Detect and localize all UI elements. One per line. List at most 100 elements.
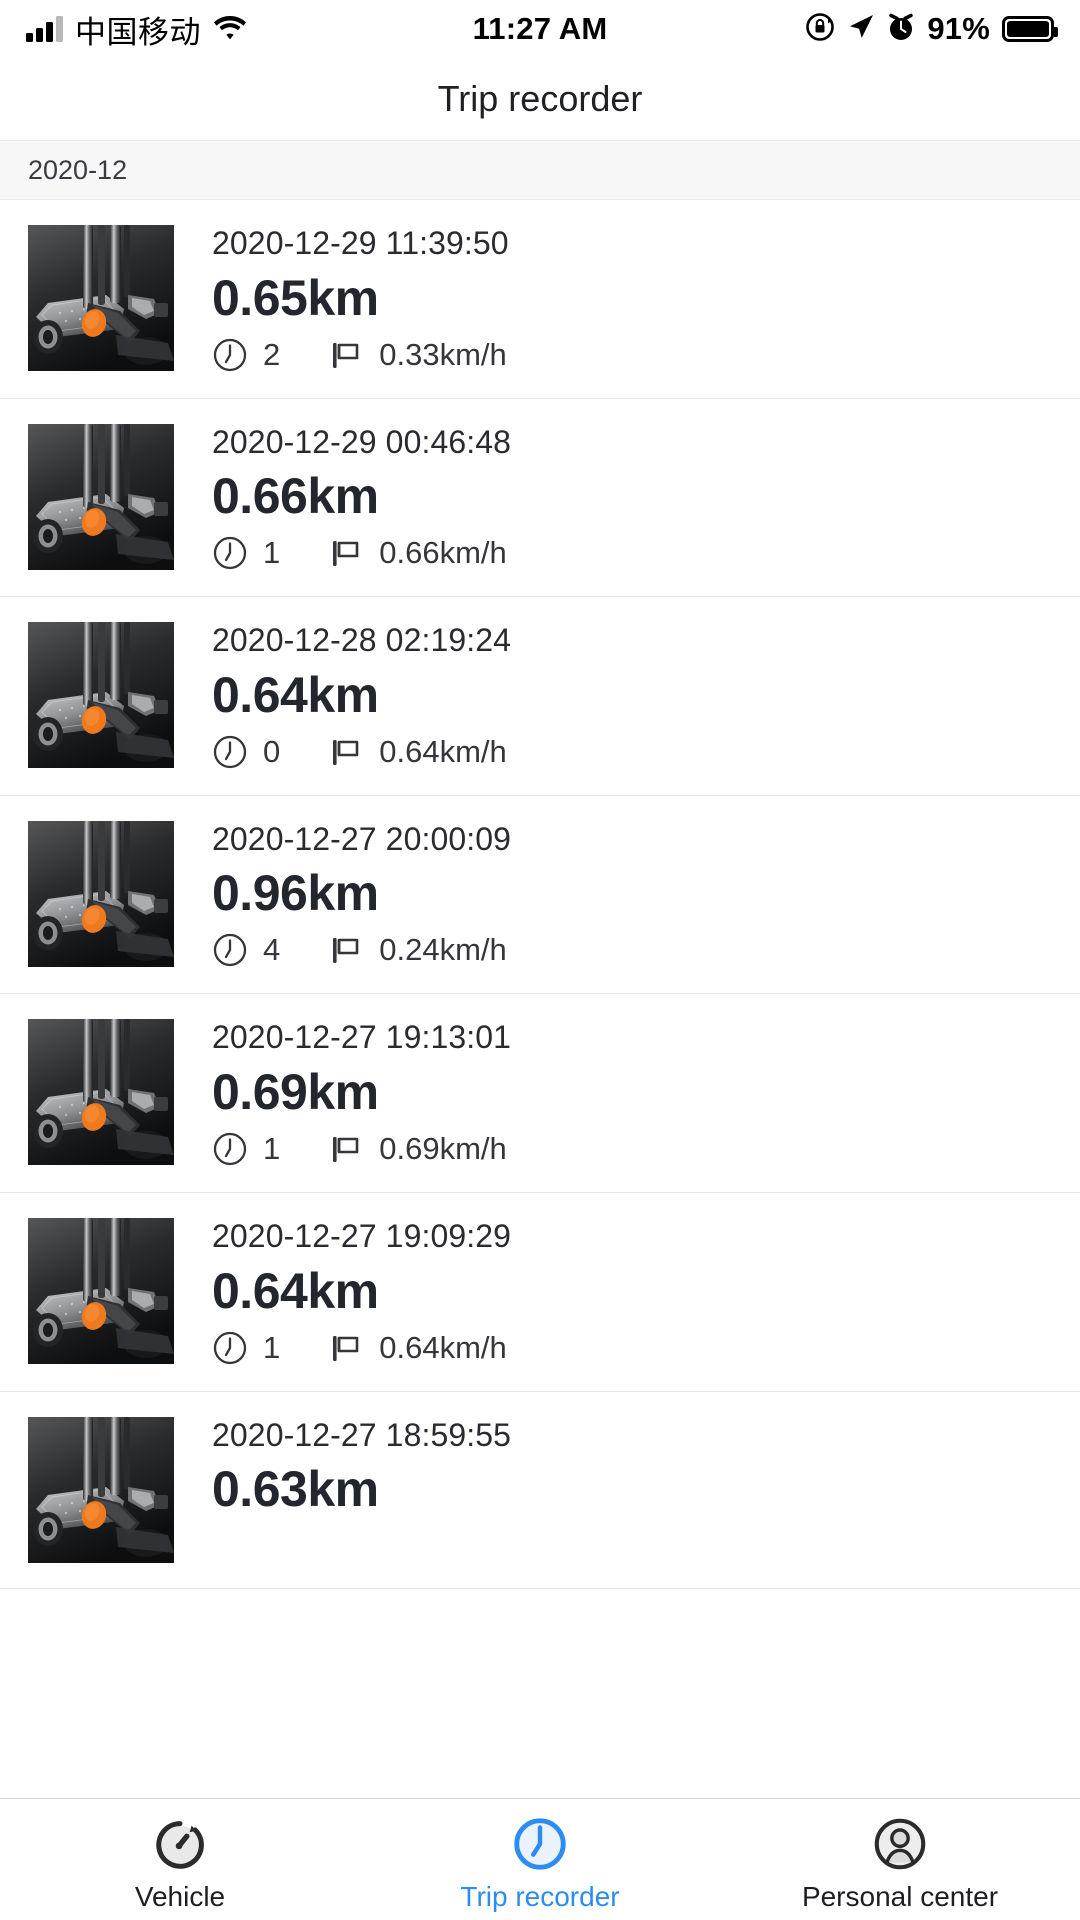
trip-info: 2020-12-27 19:09:29 0.64km 1 0.64km/h [212,1218,511,1366]
scooter-thumbnail-image [28,1416,174,1563]
trip-duration: 2 [212,337,280,373]
trip-datetime: 2020-12-27 19:09:29 [212,1217,512,1254]
carrier-label: 中国移动 [75,14,201,50]
trip-distance: 0.69km [212,1063,379,1120]
trip-meta: 1 0.69km/h [212,1131,511,1167]
trip-speed: 0.66km/h [328,535,507,571]
trip-speed-value: 0.64km/h [379,1329,507,1365]
trip-thumbnail [28,1217,174,1364]
clock-icon [509,1813,571,1875]
trip-thumbnail [28,820,174,967]
trip-distance: 0.64km [212,1262,379,1319]
flag-icon [328,535,364,571]
rotation-lock-icon [805,12,835,47]
trip-duration: 1 [212,1330,280,1366]
trip-info: 2020-12-27 20:00:09 0.96km 4 0.24km/h [212,821,511,969]
signal-bars-icon [26,16,63,42]
status-bar: 中国移动 11:27 AM 91% [0,0,1080,58]
scooter-thumbnail-image [28,225,174,371]
scooter-thumbnail-image [28,1019,174,1166]
trip-rows-container: 2020-12-29 11:39:50 0.65km 2 0.33km/h 20… [0,200,1080,1589]
trip-info: 2020-12-27 19:13:01 0.69km 1 0.69km/h [212,1019,511,1167]
trip-datetime: 2020-12-27 20:00:09 [212,820,512,857]
trip-datetime: 2020-12-27 18:59:55 [212,1416,512,1453]
speedometer-icon [149,1813,211,1875]
trip-distance: 0.63km [212,1461,379,1518]
trip-speed: 0.33km/h [328,337,507,373]
page-title: Trip recorder [437,78,643,119]
status-bar-clock: 11:27 AM [472,11,608,46]
flag-icon [328,734,364,770]
trip-duration-value: 2 [263,336,281,372]
user-circle-icon [869,1813,931,1875]
scooter-thumbnail-image [28,423,174,570]
trip-distance: 0.96km [212,865,379,922]
trip-info: 2020-12-29 00:46:48 0.66km 1 0.66km/h [212,424,511,572]
clock-icon [212,337,248,373]
trip-row[interactable]: 2020-12-27 18:59:55 0.63km [0,1391,1080,1589]
trip-duration-value: 4 [263,932,281,968]
trip-speed-value: 0.64km/h [379,733,507,769]
trip-duration-value: 1 [263,1130,281,1166]
wifi-icon [213,14,247,45]
trip-speed: 0.24km/h [328,932,507,968]
trip-speed-value: 0.69km/h [379,1130,507,1166]
clock-icon [212,734,248,770]
scooter-thumbnail-image [28,820,174,967]
trip-distance: 0.64km [212,666,379,723]
tab-trip-recorder[interactable]: Trip recorder [360,1799,720,1920]
trip-row[interactable]: 2020-12-27 19:13:01 0.69km 1 0.69km/h [0,994,1080,1193]
flag-icon [328,337,364,373]
trip-datetime: 2020-12-29 00:46:48 [212,423,512,460]
trip-datetime: 2020-12-27 19:13:01 [212,1019,512,1056]
trip-speed: 0.64km/h [328,734,507,770]
trip-meta: 4 0.24km/h [212,932,511,968]
trip-distance: 0.66km [212,468,379,525]
trip-thumbnail [28,622,174,769]
trip-row[interactable]: 2020-12-28 02:19:24 0.64km 0 0.64km/h [0,597,1080,796]
flag-icon [328,932,364,968]
trip-row[interactable]: 2020-12-29 11:39:50 0.65km 2 0.33km/h [0,200,1080,399]
trip-duration: 1 [212,535,280,571]
battery-percent-label: 91% [927,11,990,46]
tab-vehicle[interactable]: Vehicle [0,1799,360,1920]
flag-icon [328,1330,364,1366]
trip-meta: 0 0.64km/h [212,734,511,770]
trip-thumbnail [28,225,174,371]
trip-row[interactable]: 2020-12-27 19:09:29 0.64km 1 0.64km/h [0,1192,1080,1392]
bottom-tab-bar[interactable]: Vehicle Trip recorder Personal center [0,1798,1080,1920]
trip-duration-value: 0 [263,733,281,769]
tab-personal-center[interactable]: Personal center [720,1799,1080,1920]
trip-duration: 0 [212,734,280,770]
trip-thumbnail [28,423,174,570]
clock-icon [212,932,248,968]
trip-row[interactable]: 2020-12-27 20:00:09 0.96km 4 0.24km/h [0,795,1080,995]
nav-bar: Trip recorder [0,58,1080,140]
trip-speed-value: 0.66km/h [379,535,507,571]
trip-row[interactable]: 2020-12-29 00:46:48 0.66km 1 0.66km/h [0,398,1080,598]
status-bar-right: 91% [805,11,1058,47]
trip-info: 2020-12-27 18:59:55 0.63km [212,1417,511,1521]
trip-thumbnail [28,1416,174,1563]
scooter-thumbnail-image [28,1217,174,1364]
trip-thumbnail [28,1019,174,1166]
trip-duration: 4 [212,932,280,968]
clock-icon [212,535,248,571]
tab-vehicle-label: Vehicle [134,1880,226,1912]
trip-duration: 1 [212,1131,280,1167]
trip-info: 2020-12-28 02:19:24 0.64km 0 0.64km/h [212,622,511,770]
trip-meta: 1 0.64km/h [212,1330,511,1366]
clock-icon [212,1330,248,1366]
trip-datetime: 2020-12-29 11:39:50 [212,225,509,261]
trip-speed-value: 0.24km/h [379,932,507,968]
trip-datetime: 2020-12-28 02:19:24 [212,622,512,659]
trip-duration-value: 1 [263,535,281,571]
trip-meta: 1 0.66km/h [212,535,511,571]
status-bar-left: 中国移动 [26,7,247,52]
trip-info: 2020-12-29 11:39:50 0.65km 2 0.33km/h [212,225,509,373]
flag-icon [328,1131,364,1167]
tab-personal-center-label: Personal center [801,1880,999,1912]
trip-speed-value: 0.33km/h [379,336,507,372]
trip-meta: 2 0.33km/h [212,337,509,373]
trip-list-scroll[interactable]: 2020-12 2020-12-29 11:39:50 0.65km 2 0.3… [0,140,1080,1840]
